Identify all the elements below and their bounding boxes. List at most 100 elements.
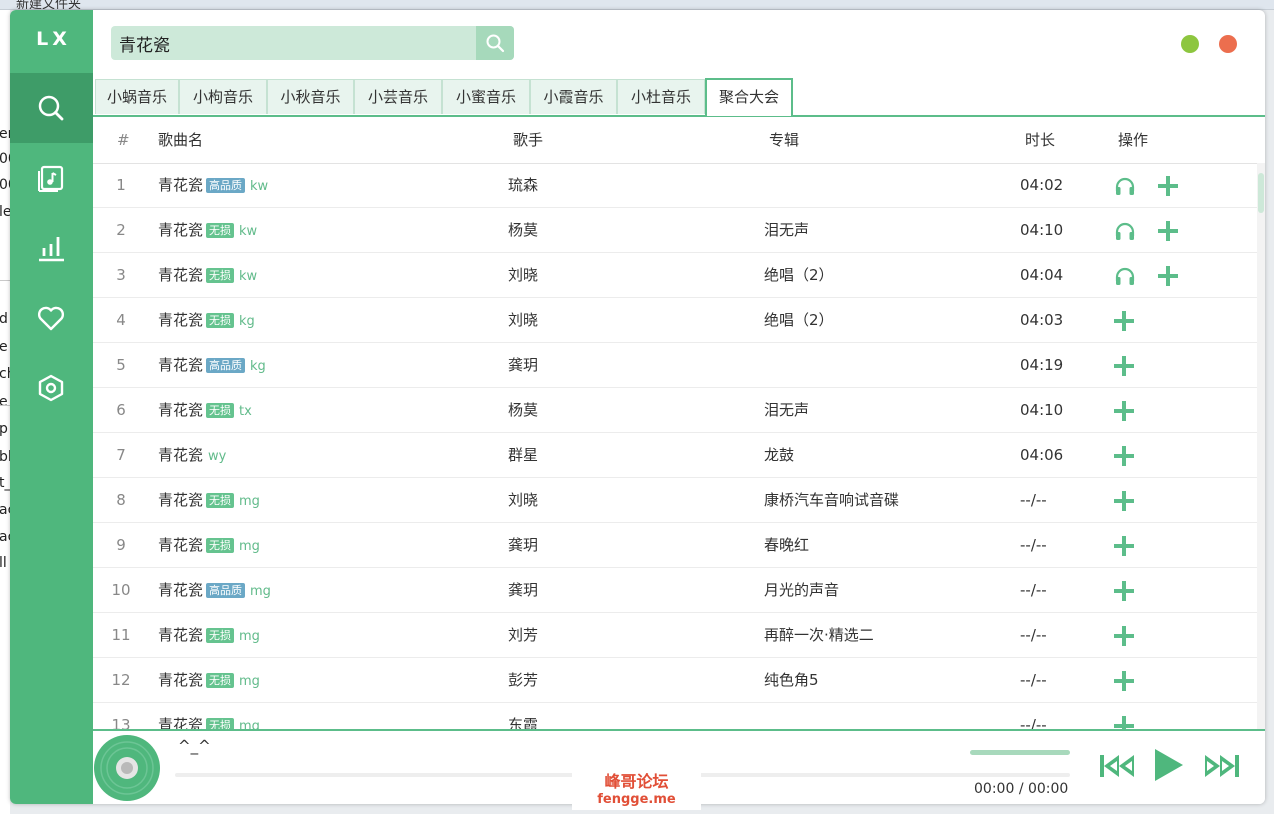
list-scrollbar[interactable] bbox=[1257, 163, 1265, 729]
song-list: 1 青花瓷 高品质 kw 琉森 04:02 2 青花瓷 无损 kw 杨莫 泪无声 04:10 3 青花瓷 无损… bbox=[93, 163, 1265, 729]
source-tag: tx bbox=[239, 404, 252, 419]
add-icon[interactable] bbox=[1114, 536, 1134, 560]
nav-charts[interactable] bbox=[10, 213, 93, 283]
time-display: 00:00 / 00:00 bbox=[974, 781, 1068, 797]
scrollbar-thumb[interactable] bbox=[1258, 173, 1264, 213]
nav-search[interactable] bbox=[10, 73, 93, 143]
row-index: 10 bbox=[111, 581, 131, 599]
table-row[interactable]: 4 青花瓷 无损 kg 刘晓 绝唱（2） 04:03 bbox=[93, 298, 1265, 343]
previous-track-icon[interactable] bbox=[1100, 753, 1136, 779]
song-name: 青花瓷 bbox=[158, 176, 204, 194]
quality-badge: 无损 bbox=[206, 718, 235, 729]
table-row[interactable]: 8 青花瓷 无损 mg 刘晓 康桥汽车音响试音碟 --/-- bbox=[93, 478, 1265, 523]
col-singer: 歌手 bbox=[513, 131, 544, 149]
source-tag: mg bbox=[250, 584, 271, 599]
duration: --/-- bbox=[1020, 671, 1047, 689]
search-input[interactable] bbox=[111, 26, 475, 60]
singer: 刘芳 bbox=[508, 626, 539, 644]
table-row[interactable]: 9 青花瓷 无损 mg 龚玥 春晚红 --/-- bbox=[93, 523, 1265, 568]
album: 再醉一次·精选二 bbox=[764, 626, 874, 644]
add-icon[interactable] bbox=[1114, 446, 1134, 470]
table-row[interactable]: 2 青花瓷 无损 kw 杨莫 泪无声 04:10 bbox=[93, 208, 1265, 253]
song-name-cell: 青花瓷 无损 tx bbox=[158, 388, 252, 434]
tab-6[interactable]: 小霞音乐 bbox=[530, 79, 617, 114]
song-name-cell: 青花瓷 高品质 kg bbox=[158, 343, 266, 389]
singer: 杨莫 bbox=[508, 221, 539, 239]
nav-settings[interactable] bbox=[10, 353, 93, 423]
add-icon[interactable] bbox=[1114, 716, 1134, 729]
table-row[interactable]: 5 青花瓷 高品质 kg 龚玥 04:19 bbox=[93, 343, 1265, 388]
add-icon[interactable] bbox=[1114, 356, 1134, 380]
table-row[interactable]: 6 青花瓷 无损 tx 杨莫 泪无声 04:10 bbox=[93, 388, 1265, 433]
tab-4[interactable]: 小芸音乐 bbox=[354, 79, 442, 114]
row-index: 13 bbox=[111, 716, 131, 729]
row-index: 5 bbox=[116, 356, 126, 374]
singer: 群星 bbox=[508, 446, 539, 464]
duration: --/-- bbox=[1020, 536, 1047, 554]
row-index: 1 bbox=[116, 176, 126, 194]
play-icon[interactable] bbox=[1153, 747, 1185, 783]
next-track-icon[interactable] bbox=[1203, 753, 1239, 779]
volume-slider[interactable] bbox=[970, 750, 1070, 755]
tab-8[interactable]: 聚合大会 bbox=[705, 78, 793, 116]
song-name-cell: 青花瓷 wy bbox=[158, 433, 226, 479]
song-name: 青花瓷 bbox=[158, 356, 204, 374]
singer: 彭芳 bbox=[508, 671, 539, 689]
search-icon bbox=[38, 95, 64, 121]
add-icon[interactable] bbox=[1114, 491, 1134, 515]
add-icon[interactable] bbox=[1114, 581, 1134, 605]
add-icon[interactable] bbox=[1158, 221, 1178, 245]
background-window-content: er 00 00 le d e ch e p bl t_ ac ac ll bbox=[0, 10, 17, 814]
search-bar bbox=[111, 26, 514, 60]
duration: 04:04 bbox=[1020, 266, 1064, 284]
song-name: 青花瓷 bbox=[158, 311, 204, 329]
table-row[interactable]: 13 青花瓷 无损 mg 东霞 --/-- bbox=[93, 703, 1265, 729]
add-icon[interactable] bbox=[1114, 311, 1134, 335]
song-name: 青花瓷 bbox=[158, 671, 204, 689]
add-icon[interactable] bbox=[1114, 401, 1134, 425]
headphones-icon[interactable] bbox=[1114, 221, 1136, 245]
row-index: 4 bbox=[116, 311, 126, 329]
source-tag: kg bbox=[250, 359, 266, 374]
nav-playlist[interactable] bbox=[10, 143, 93, 213]
singer: 东霞 bbox=[508, 716, 539, 729]
background-window-title: 新建文件夹 bbox=[16, 0, 82, 10]
table-row[interactable]: 10 青花瓷 高品质 mg 龚玥 月光的声音 --/-- bbox=[93, 568, 1265, 613]
song-name-cell: 青花瓷 高品质 mg bbox=[158, 568, 271, 614]
bar-chart-icon bbox=[39, 237, 64, 262]
tab-3[interactable]: 小秋音乐 bbox=[267, 79, 354, 114]
search-button[interactable] bbox=[476, 26, 514, 60]
song-name-cell: 青花瓷 无损 mg bbox=[158, 523, 260, 569]
add-icon[interactable] bbox=[1158, 266, 1178, 290]
tab-2[interactable]: 小枸音乐 bbox=[179, 79, 267, 114]
minimize-button[interactable] bbox=[1181, 35, 1199, 53]
headphones-icon[interactable] bbox=[1114, 266, 1136, 290]
duration: --/-- bbox=[1020, 491, 1047, 509]
add-icon[interactable] bbox=[1114, 626, 1134, 650]
tab-7[interactable]: 小杜音乐 bbox=[617, 79, 705, 114]
background-text-fragment: e bbox=[0, 339, 8, 355]
nav-favorites[interactable] bbox=[10, 283, 93, 353]
add-icon[interactable] bbox=[1158, 176, 1178, 200]
tab-5[interactable]: 小蜜音乐 bbox=[442, 79, 530, 114]
table-row[interactable]: 1 青花瓷 高品质 kw 琉森 04:02 bbox=[93, 163, 1265, 208]
album: 泪无声 bbox=[764, 401, 810, 419]
singer: 龚玥 bbox=[508, 536, 539, 554]
table-row[interactable]: 12 青花瓷 无损 mg 彭芳 纯色角5 --/-- bbox=[93, 658, 1265, 703]
now-playing-title: ^_^ bbox=[178, 737, 211, 755]
table-row[interactable]: 7 青花瓷 wy 群星 龙鼓 04:06 bbox=[93, 433, 1265, 478]
time-separator: / bbox=[1018, 781, 1024, 797]
tab-1[interactable]: 小蜗音乐 bbox=[95, 79, 179, 114]
close-button[interactable] bbox=[1219, 35, 1237, 53]
heart-icon bbox=[37, 306, 65, 331]
table-row[interactable]: 11 青花瓷 无损 mg 刘芳 再醉一次·精选二 --/-- bbox=[93, 613, 1265, 658]
background-text-fragment: d bbox=[0, 311, 8, 327]
row-index: 8 bbox=[116, 491, 126, 509]
table-row[interactable]: 3 青花瓷 无损 kw 刘晓 绝唱（2） 04:04 bbox=[93, 253, 1265, 298]
headphones-icon[interactable] bbox=[1114, 176, 1136, 200]
add-icon[interactable] bbox=[1114, 671, 1134, 695]
song-name-cell: 青花瓷 无损 mg bbox=[158, 613, 260, 659]
sidebar: LX bbox=[10, 10, 93, 804]
singer: 刘晓 bbox=[508, 311, 539, 329]
col-index: # bbox=[117, 131, 130, 149]
